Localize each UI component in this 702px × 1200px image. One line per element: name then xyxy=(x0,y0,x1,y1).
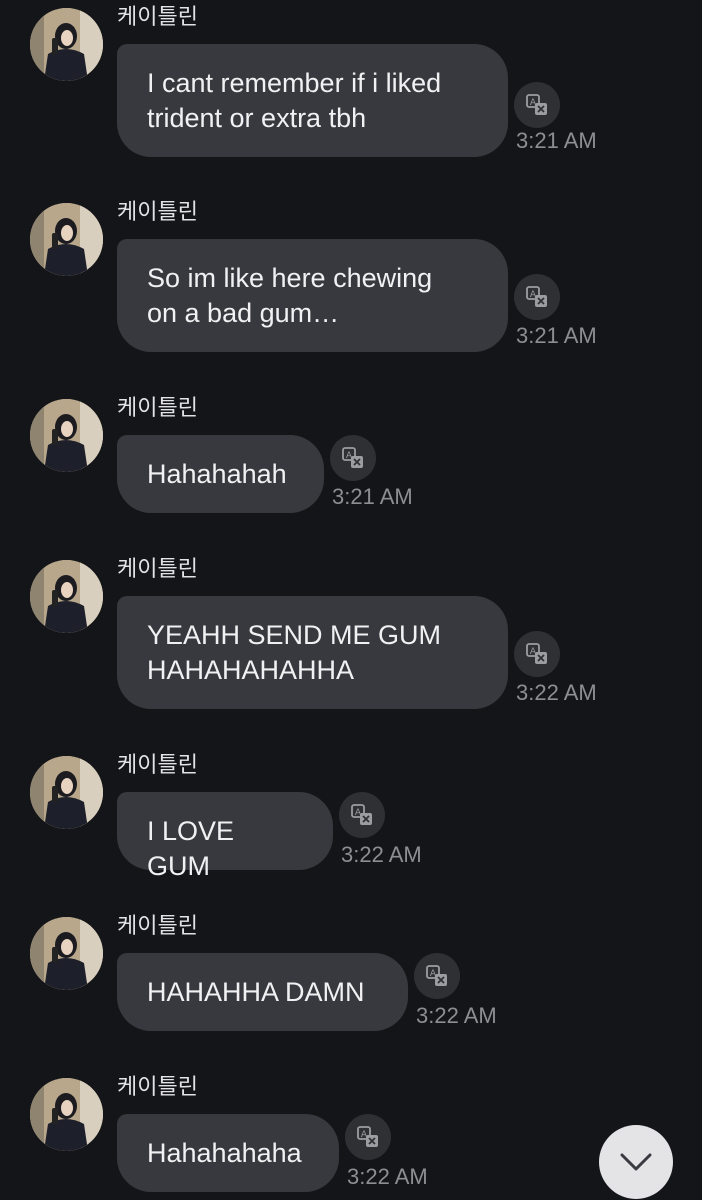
sender-name: 케이틀린 xyxy=(117,199,198,224)
scroll-to-bottom-button[interactable] xyxy=(599,1125,673,1199)
avatar[interactable] xyxy=(30,756,103,829)
translate-button[interactable]: A xyxy=(514,82,560,128)
message-timestamp: 3:22 AM xyxy=(341,842,422,867)
avatar[interactable] xyxy=(30,8,103,81)
message-timestamp: 3:22 AM xyxy=(516,680,597,705)
message-bubble[interactable]: Hahahahah xyxy=(117,435,324,513)
message-timestamp: 3:21 AM xyxy=(516,128,597,153)
avatar[interactable] xyxy=(30,399,103,472)
translate-button[interactable]: A xyxy=(330,435,376,481)
message-timestamp: 3:22 AM xyxy=(347,1164,428,1189)
avatar[interactable] xyxy=(30,203,103,276)
translate-icon: A xyxy=(342,447,363,468)
translate-button[interactable]: A xyxy=(414,953,460,999)
sender-name: 케이틀린 xyxy=(117,395,198,420)
message-bubble[interactable]: So im like here chewing on a bad gum… xyxy=(117,239,508,352)
message-bubble[interactable]: I cant remember if i liked trident or ex… xyxy=(117,44,508,157)
translate-icon: A xyxy=(357,1126,378,1147)
translate-button[interactable]: A xyxy=(514,631,560,677)
message-bubble[interactable]: Hahahahaha xyxy=(117,1114,339,1192)
avatar[interactable] xyxy=(30,1078,103,1151)
message-timestamp: 3:21 AM xyxy=(516,323,597,348)
message-timestamp: 3:21 AM xyxy=(332,484,413,509)
avatar[interactable] xyxy=(30,917,103,990)
message-bubble[interactable]: I LOVE GUM xyxy=(117,792,333,881)
sender-name: 케이틀린 xyxy=(117,913,198,938)
translate-icon: A xyxy=(526,286,547,307)
translate-icon: A xyxy=(351,804,372,825)
translate-button[interactable]: A xyxy=(339,792,385,838)
message-bubble[interactable]: YEAHH SEND ME GUM HAHAHAHAHHA xyxy=(117,596,508,709)
sender-name: 케이틀린 xyxy=(117,1074,198,1099)
avatar[interactable] xyxy=(30,560,103,633)
translate-icon: A xyxy=(526,643,547,664)
message-timestamp: 3:22 AM xyxy=(416,1003,497,1028)
sender-name: 케이틀린 xyxy=(117,4,198,29)
message-bubble[interactable]: HAHAHHA DAMN xyxy=(117,953,408,1031)
translate-button[interactable]: A xyxy=(345,1114,391,1160)
sender-name: 케이틀린 xyxy=(117,556,198,581)
translate-icon: A xyxy=(426,965,447,986)
sender-name: 케이틀린 xyxy=(117,752,198,777)
translate-button[interactable]: A xyxy=(514,274,560,320)
translate-icon: A xyxy=(526,94,547,115)
chevron-down-icon xyxy=(620,1153,652,1171)
